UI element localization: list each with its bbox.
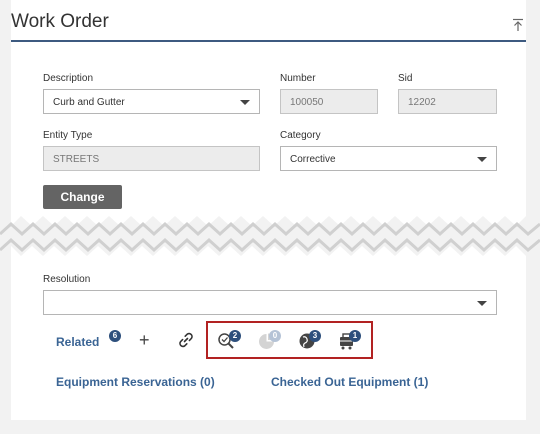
category-select[interactable]: Corrective xyxy=(280,146,497,171)
sid-field: 12202 xyxy=(398,89,497,114)
related-link[interactable]: Related xyxy=(56,335,99,349)
change-button[interactable]: Change xyxy=(43,185,122,209)
number-label: Number xyxy=(280,73,316,84)
page-title: Work Order xyxy=(11,11,109,32)
resolution-label: Resolution xyxy=(43,274,91,285)
entity-type-field: STREETS xyxy=(43,146,260,171)
entity-type-value: STREETS xyxy=(53,154,100,165)
collapse-to-top-icon[interactable] xyxy=(512,18,524,32)
inspection-count-badge: 2 xyxy=(229,330,241,342)
panel-header: Work Order xyxy=(11,0,526,42)
chevron-down-icon xyxy=(240,100,250,105)
category-value: Corrective xyxy=(290,154,336,165)
entity-type-label: Entity Type xyxy=(43,130,93,141)
number-value: 100050 xyxy=(290,97,324,108)
equipment-reservations-link[interactable]: Equipment Reservations (0) xyxy=(56,375,215,389)
related-count-badge: 6 xyxy=(109,330,121,342)
pie-count-badge: 0 xyxy=(269,330,281,342)
globe-count-badge: 3 xyxy=(309,330,321,342)
chevron-down-icon xyxy=(477,301,487,306)
description-label: Description xyxy=(43,73,94,84)
description-select[interactable]: Curb and Gutter xyxy=(43,89,260,114)
add-related-button[interactable]: + xyxy=(139,330,150,350)
resolution-select[interactable] xyxy=(43,290,497,315)
work-order-panel: Work Order Description Curb and Gutter N… xyxy=(11,0,526,232)
checked-out-equipment-link[interactable]: Checked Out Equipment (1) xyxy=(271,375,428,389)
description-value: Curb and Gutter xyxy=(53,97,125,108)
chevron-down-icon xyxy=(477,157,487,162)
number-field: 100050 xyxy=(280,89,378,114)
category-label: Category xyxy=(280,130,321,141)
link-icon[interactable] xyxy=(177,331,195,349)
sid-value: 12202 xyxy=(408,97,436,108)
sid-label: Sid xyxy=(398,73,413,84)
torn-edge-divider xyxy=(0,210,540,262)
equipment-count-badge: 1 xyxy=(349,330,361,342)
